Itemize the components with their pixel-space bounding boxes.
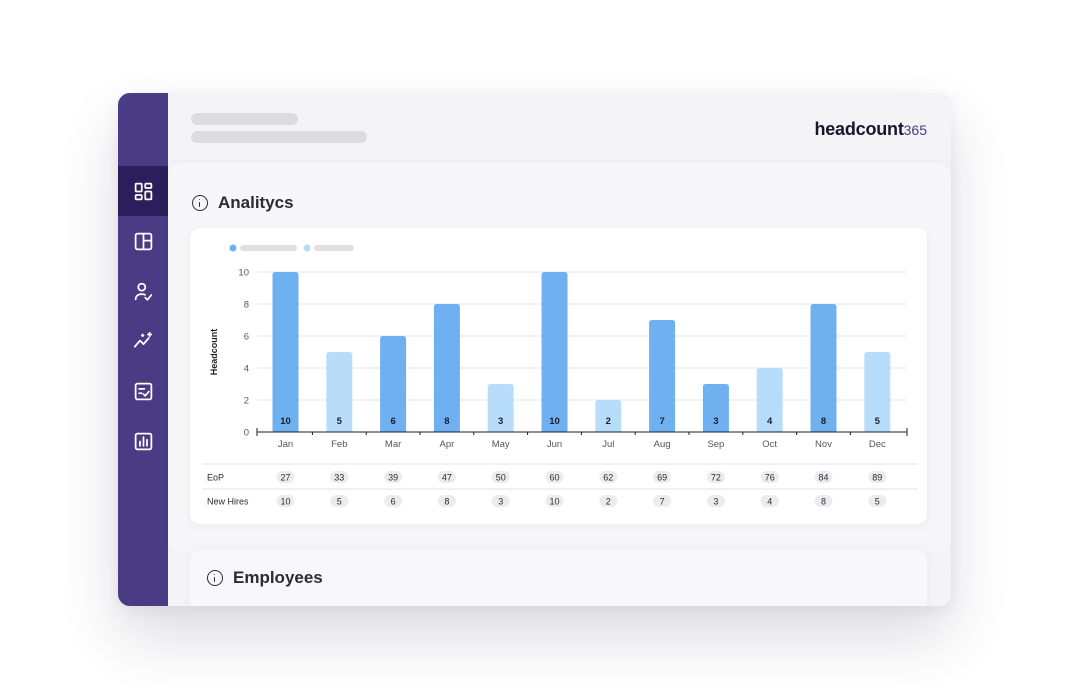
x-tick-label: May xyxy=(492,439,510,450)
x-tick-label: Aug xyxy=(654,439,671,450)
sidebar-item-insights[interactable] xyxy=(118,316,168,366)
x-tick-label: Jun xyxy=(547,439,562,450)
table-row-label: New Hires xyxy=(207,497,249,507)
table-cell-value: 10 xyxy=(549,496,559,506)
chart-card: 0 2 4 6 8 10 Headcount 10 5 6 8 3 10 2 7 3 4 8 5 Jan Feb Mar A… xyxy=(190,228,927,524)
x-tick-label: Mar xyxy=(385,439,401,450)
legend-swatch-strong xyxy=(229,244,237,252)
table-cell-value: 5 xyxy=(875,496,880,506)
bar-value-label: 8 xyxy=(444,416,449,427)
table-cell-value: 7 xyxy=(660,496,665,506)
sidebar xyxy=(118,93,168,606)
sidebar-item-dashboard[interactable] xyxy=(118,166,168,216)
bar-value-label: 6 xyxy=(390,416,395,427)
table-cell-value: 3 xyxy=(713,496,718,506)
bar-chart-icon xyxy=(134,432,152,450)
x-tick-label: Apr xyxy=(440,439,455,450)
layout-icon xyxy=(134,232,152,250)
y-tick-label: 4 xyxy=(244,364,249,375)
x-tick-label: Sep xyxy=(707,439,724,450)
sidebar-item-reports[interactable] xyxy=(118,416,168,466)
employees-header: Employees xyxy=(207,568,323,588)
table-cell-value: 8 xyxy=(821,496,826,506)
table-cell-value: 72 xyxy=(711,472,721,482)
table-cell-value: 2 xyxy=(606,496,611,506)
app-window: headcount365 Analitycs 0 2 4 6 8 10 Headcount 1… xyxy=(118,93,951,606)
topbar: headcount365 xyxy=(168,93,951,163)
legend-label-placeholder xyxy=(240,245,297,251)
trend-sparkle-icon xyxy=(133,331,152,348)
bar-value-label: 2 xyxy=(606,416,611,427)
bar-apr xyxy=(433,304,460,432)
table-cell-value: 8 xyxy=(444,496,449,506)
bar-jan xyxy=(272,272,299,432)
x-tick-label: Nov xyxy=(815,439,832,450)
table-cell-value: 39 xyxy=(388,472,398,482)
bar-value-label: 8 xyxy=(821,416,826,427)
table-cell-value: 6 xyxy=(391,496,396,506)
bar-value-label: 3 xyxy=(713,416,718,427)
table-row-label: EoP xyxy=(207,473,224,483)
bar-value-label: 5 xyxy=(875,416,881,427)
user-check-icon xyxy=(134,282,152,301)
y-tick-label: 6 xyxy=(244,332,249,343)
table-cell-value: 47 xyxy=(442,472,452,482)
y-tick-label: 2 xyxy=(244,396,249,407)
employees-panel: Employees xyxy=(190,549,927,606)
headcount-chart: 0246810Headcount10 5 6 8 3 10 2 7 3 4 8 5Jan Feb Mar A… xyxy=(202,244,918,507)
y-tick-label: 0 xyxy=(244,428,249,439)
bar-nov xyxy=(810,304,837,432)
table-cell-value: 60 xyxy=(549,472,559,482)
legend-swatch-light xyxy=(303,244,311,252)
y-axis-title: Headcount xyxy=(209,329,219,376)
analytics-title: Analitycs xyxy=(218,193,294,212)
table-cell-value: 27 xyxy=(280,472,290,482)
bar-value-label: 5 xyxy=(337,416,343,427)
legend-label-placeholder xyxy=(314,245,354,251)
info-icon[interactable] xyxy=(207,570,223,586)
brand-logo: headcount365 xyxy=(814,119,927,139)
y-tick-label: 8 xyxy=(244,300,249,311)
table-cell-value: 5 xyxy=(337,496,342,506)
y-tick-label: 10 xyxy=(238,268,249,279)
x-tick-label: Jan xyxy=(278,439,293,450)
bar-value-label: 3 xyxy=(498,416,503,427)
table-cell-value: 62 xyxy=(603,472,613,482)
subtitle-placeholder xyxy=(191,131,367,143)
checklist-icon xyxy=(134,382,152,400)
title-placeholder xyxy=(191,113,298,125)
bar-value-label: 7 xyxy=(659,416,664,427)
table-cell-value: 89 xyxy=(872,472,882,482)
table-cell-value: 69 xyxy=(657,472,667,482)
employees-title: Employees xyxy=(233,568,323,587)
table-cell-value: 33 xyxy=(334,472,344,482)
bar-value-label: 10 xyxy=(549,416,560,427)
info-icon[interactable] xyxy=(192,195,208,211)
bar-jun xyxy=(541,272,568,432)
table-cell-value: 84 xyxy=(818,472,828,482)
dashboard-icon xyxy=(134,182,152,200)
x-tick-label: Dec xyxy=(869,439,886,450)
table-cell-value: 3 xyxy=(498,496,503,506)
analytics-header: Analitycs xyxy=(192,193,294,213)
sidebar-item-employees[interactable] xyxy=(118,266,168,316)
bar-value-label: 10 xyxy=(280,416,291,427)
table-cell-value: 50 xyxy=(496,472,506,482)
x-tick-label: Feb xyxy=(331,439,347,450)
bar-value-label: 4 xyxy=(767,416,773,427)
sidebar-item-tasks[interactable] xyxy=(118,366,168,416)
x-tick-label: Jul xyxy=(602,439,614,450)
table-cell-value: 76 xyxy=(765,472,775,482)
x-tick-label: Oct xyxy=(762,439,777,450)
sidebar-item-layout[interactable] xyxy=(118,216,168,266)
table-cell-value: 10 xyxy=(280,496,290,506)
table-cell-value: 4 xyxy=(767,496,772,506)
